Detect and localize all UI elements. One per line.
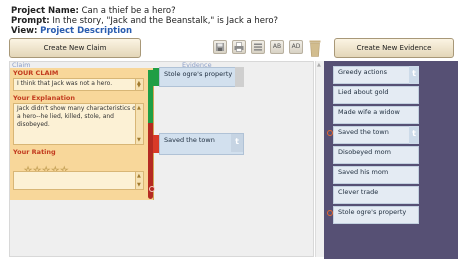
evidence-card[interactable]: Lied about gold [333,86,419,104]
trash-icon[interactable] [309,39,321,57]
canvas-scrollbar[interactable]: ▲ [315,61,324,257]
evidence-card[interactable]: Greedy actions t [333,66,419,84]
text-toggle-icon[interactable]: t [409,66,419,84]
argument-builder: Project Name: Can a thief be a hero? Pro… [0,0,458,259]
prompt-text: In the story, "Jack and the Beanstalk," … [52,16,279,26]
scroll-down-icon[interactable]: ▼ [137,136,141,144]
evidence-card[interactable]: Stole ogre's property [333,206,419,224]
text-ab-icon[interactable]: AB [270,40,284,54]
evidence-card[interactable]: Disobeyed mom [333,146,419,164]
rating-scrollbar[interactable]: ▲ ▼ [135,172,143,189]
rating-heading: Your Rating [13,148,56,156]
scroll-down-icon[interactable]: ▼ [137,181,141,189]
prompt-line: Prompt: In the story, "Jack and the Bean… [11,16,279,26]
explanation-scrollbar[interactable]: ▲ ▼ [135,104,143,144]
claim-card[interactable]: YOUR CLAIM I think that Jack was not a h… [10,68,154,200]
claim-scrollbar[interactable]: ▲ ▼ [135,79,143,90]
evidence-card[interactable]: Saved his mom [333,166,419,184]
link-handle-icon[interactable] [149,186,155,192]
scroll-down-icon[interactable]: ▼ [137,82,141,90]
text-toggle-icon[interactable]: t [231,134,243,152]
explanation-heading: Your Explanation [13,94,76,102]
claim-text-field[interactable]: I think that Jack was not a hero. ▲ ▼ [13,78,144,91]
scroll-up-icon[interactable]: ▲ [137,172,141,180]
argument-canvas: Claim Evidence YOUR CLAIM I think that J… [9,61,314,257]
linked-evidence-card[interactable]: Saved the town t [159,133,244,155]
card-tab [235,67,244,87]
rating-field[interactable]: ▲ ▼ [13,171,144,190]
create-new-evidence-button[interactable]: Create New Evidence [334,38,454,58]
scroll-up-icon[interactable]: ▲ [137,104,141,112]
align-icon[interactable] [251,40,265,54]
project-name: Can a thief be a hero? [81,6,176,16]
scroll-up-icon[interactable]: ▲ [317,62,321,68]
project-header: Project Name: Can a thief be a hero? Pro… [11,6,278,36]
save-icon[interactable] [213,40,227,54]
claim-heading: YOUR CLAIM [13,69,59,77]
text-toggle-icon[interactable]: t [409,126,419,144]
explanation-field[interactable]: Jack didn't show many characteristics of… [13,103,144,145]
evidence-card[interactable]: Saved the town t [333,126,419,144]
linked-evidence-card[interactable]: Stole ogre's property [159,67,244,87]
project-description-link[interactable]: Project Description [40,26,132,36]
print-icon[interactable] [232,40,246,54]
project-name-line: Project Name: Can a thief be a hero? [11,6,176,16]
text-ad-icon[interactable]: AD [289,40,303,54]
view-line: View: Project Description [11,26,133,36]
evidence-card[interactable]: Made wife a widow [333,106,419,124]
create-new-claim-button[interactable]: Create New Claim [9,38,141,58]
evidence-card[interactable]: Clever trade [333,186,419,204]
